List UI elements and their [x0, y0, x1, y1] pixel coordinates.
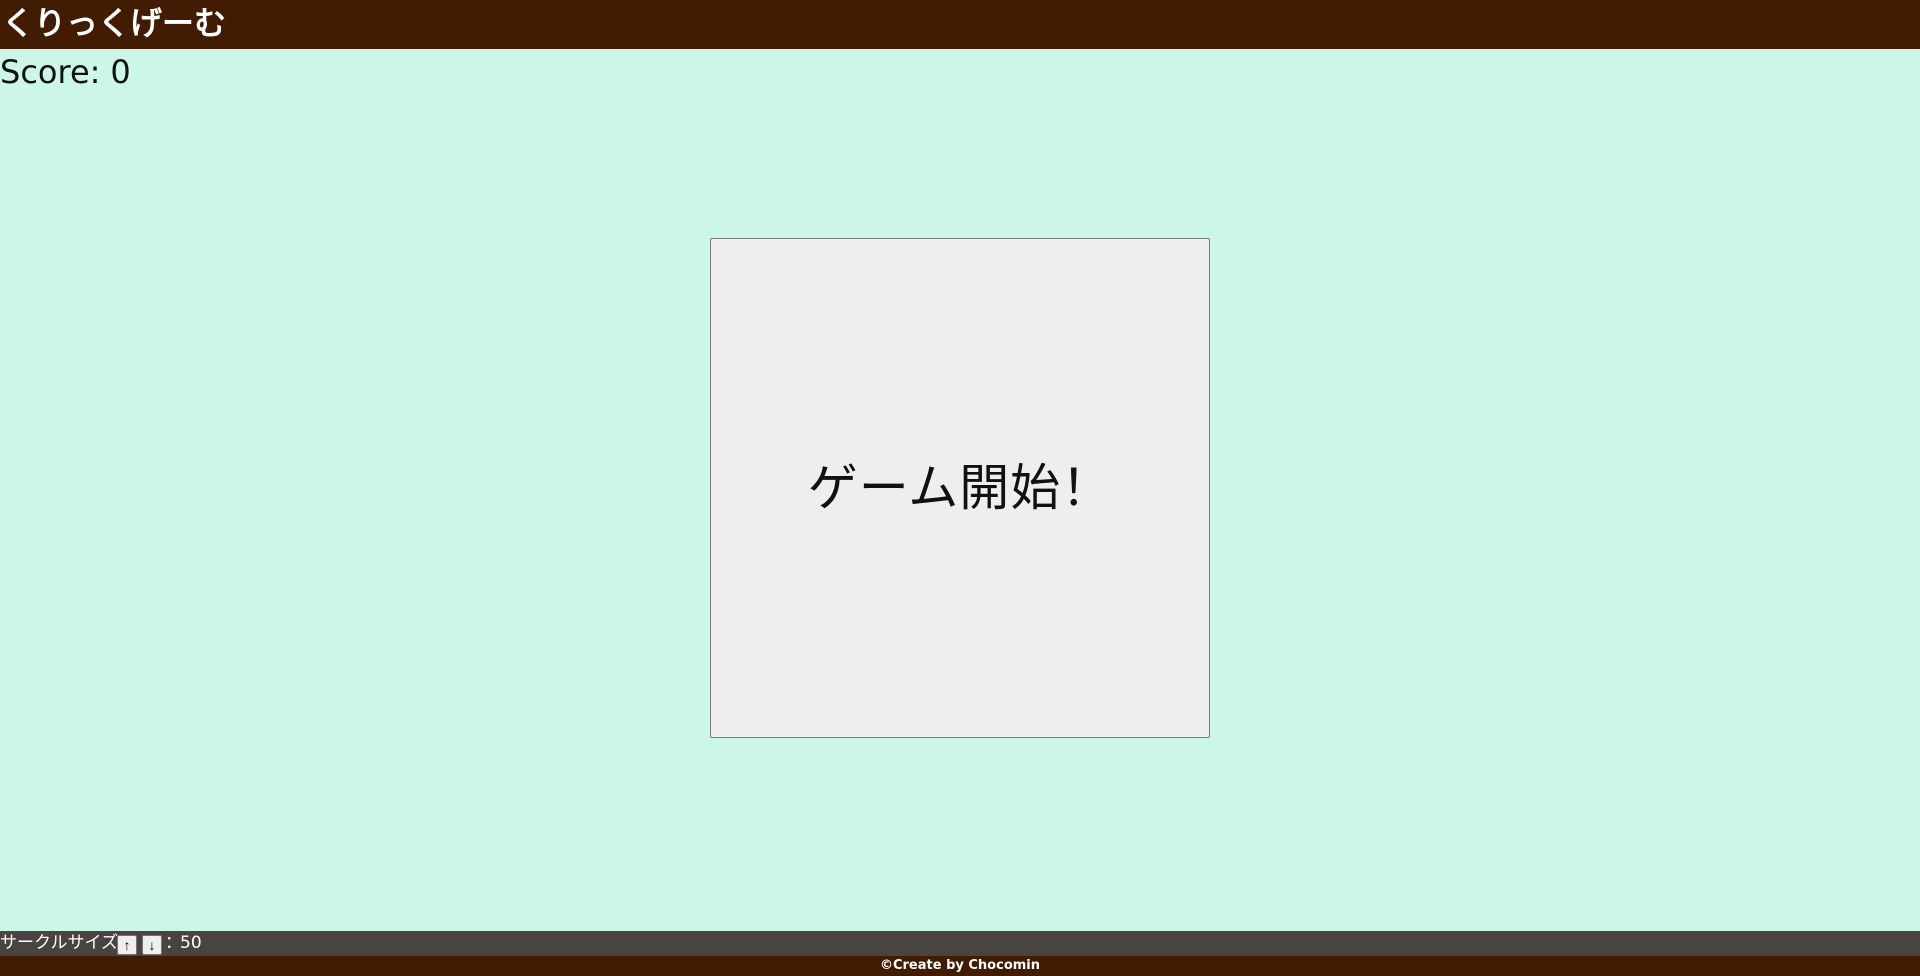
score-display: Score: 0 — [0, 52, 131, 92]
score-value: 0 — [110, 53, 131, 91]
size-decrease-button[interactable]: ↓ — [142, 935, 162, 955]
start-game-label: ゲーム開始！ — [807, 460, 1113, 516]
size-increase-button[interactable]: ↑ — [117, 935, 137, 955]
app-header: くりっくげーむ — [0, 0, 1920, 49]
footer-credit: ©Create by Chocomin — [879, 958, 1041, 973]
app-footer: ©Create by Chocomin — [0, 956, 1920, 976]
circle-size-value: 50 — [180, 933, 202, 953]
circle-size-controls: サークルサイズ ↑ ↓ ： 50 — [0, 931, 1920, 956]
circle-size-label: サークルサイズ — [0, 933, 118, 953]
score-label: Score: — [0, 53, 101, 91]
app-title: くりっくげーむ — [2, 4, 227, 42]
start-game-button[interactable]: ゲーム開始！ — [710, 238, 1210, 738]
